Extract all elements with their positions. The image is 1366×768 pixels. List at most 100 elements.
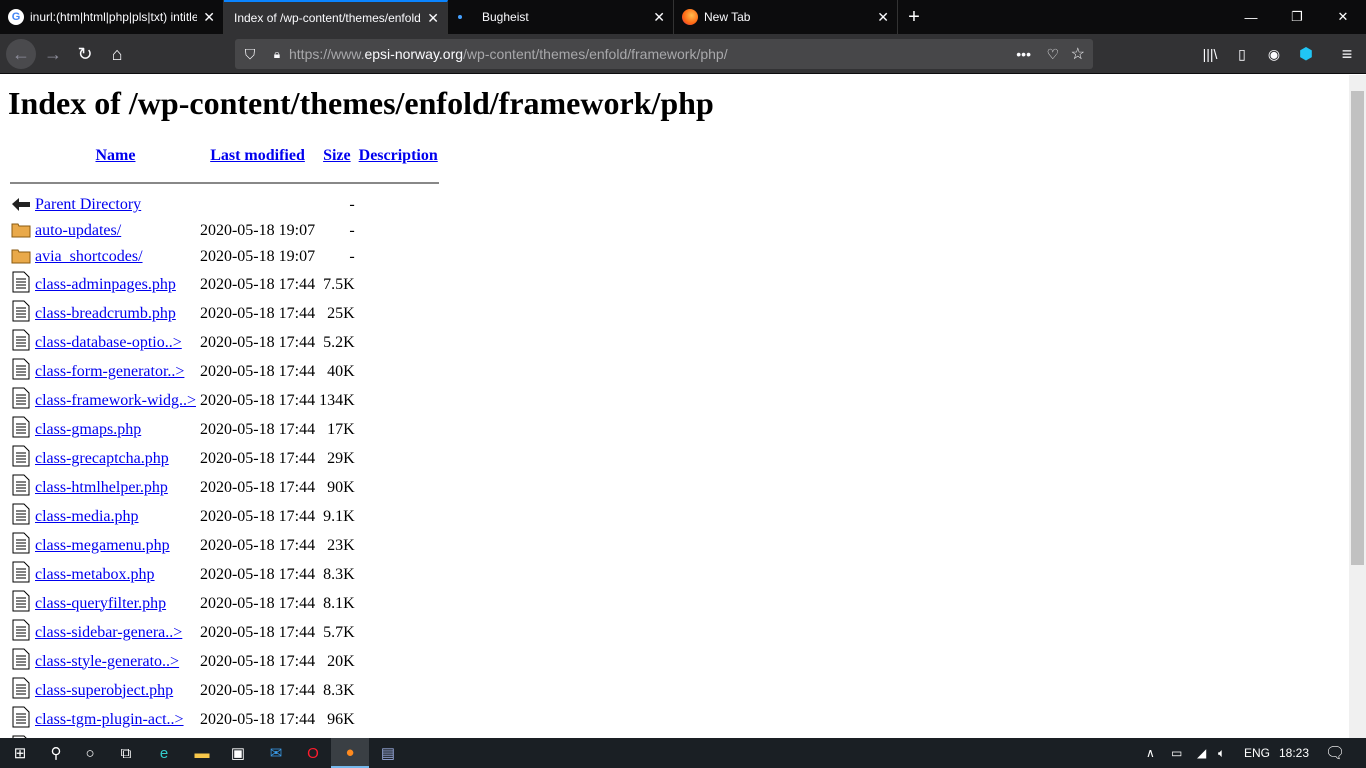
navigation-toolbar: ← → ↻ ⌂ ⛉ 🔒︎ https://www. epsi-norway.org… <box>0 34 1366 74</box>
mail-icon[interactable]: ✉ <box>257 738 295 768</box>
file-link[interactable]: class-htmlhelper.php <box>35 479 168 496</box>
battery-icon[interactable]: ▭ <box>1171 738 1182 768</box>
menu-icon[interactable]: ≡ <box>1332 39 1362 69</box>
file-link[interactable]: class-sidebar-genera..> <box>35 624 182 641</box>
file-size: 20K <box>327 652 355 670</box>
file-link[interactable]: class-gmaps.php <box>35 421 141 438</box>
close-tab-icon[interactable]: ✕ <box>203 9 215 26</box>
notepad-icon[interactable]: ▤ <box>369 738 407 768</box>
file-link[interactable]: class-tgm-plugin-act..> <box>35 711 184 728</box>
minimize-button[interactable]: — <box>1228 0 1274 34</box>
file-icon <box>10 677 32 704</box>
file-size: 90K <box>327 478 355 496</box>
new-tab-button[interactable]: + <box>898 0 930 34</box>
file-name: class-form-generator..> <box>34 358 197 385</box>
show-hidden-icons[interactable]: ∧ <box>1146 738 1155 768</box>
table-row: class-form-generator..> 2020-05-18 17:44… <box>10 358 439 385</box>
dot-icon <box>458 15 462 19</box>
file-size: 134K <box>319 391 355 409</box>
close-tab-icon[interactable]: ✕ <box>427 10 439 27</box>
file-link[interactable]: class-breadcrumb.php <box>35 305 176 322</box>
file-link[interactable]: class-framework-widg..> <box>35 392 196 409</box>
column-name[interactable]: Name <box>34 143 197 169</box>
file-link[interactable]: class-adminpages.php <box>35 276 176 293</box>
tab-bugheist[interactable]: Bugheist ✕ <box>448 0 674 34</box>
extension-icon[interactable]: ⬢ <box>1291 39 1321 69</box>
file-icon <box>10 561 32 588</box>
search-button[interactable]: ⚲ <box>37 738 75 768</box>
file-name: class-breadcrumb.php <box>34 300 197 327</box>
edge-icon[interactable]: e <box>145 738 183 768</box>
description <box>358 271 439 298</box>
table-row: auto-updates/ 2020-05-18 19:07 - <box>10 219 439 243</box>
vertical-scrollbar[interactable] <box>1349 75 1366 738</box>
description <box>358 445 439 472</box>
url-bar[interactable]: ⛉ 🔒︎ https://www. epsi-norway.org/wp-cont… <box>235 39 1093 69</box>
file-name: class-media.php <box>34 503 197 530</box>
file-name: class-superobject.php <box>34 677 197 704</box>
tab-new-tab[interactable]: New Tab ✕ <box>674 0 898 34</box>
sidebar-icon[interactable]: ▯ <box>1227 39 1257 69</box>
description <box>358 245 439 269</box>
notifications-icon[interactable]: 🗨︎ <box>1325 738 1345 768</box>
file-size: 7.5K <box>323 275 355 293</box>
volume-icon[interactable]: 🔈︎ <box>1218 738 1225 768</box>
description <box>358 358 439 385</box>
close-window-button[interactable]: ✕ <box>1320 0 1366 34</box>
file-link[interactable]: class-form-generator..> <box>35 363 184 380</box>
cortana-button[interactable]: ○ <box>71 738 109 768</box>
file-link[interactable]: class-media.php <box>35 508 139 525</box>
description <box>358 416 439 443</box>
tab-google-search[interactable]: G inurl:(htm|html|php|pls|txt) intitle ✕ <box>0 0 224 34</box>
table-row: avia_shortcodes/ 2020-05-18 19:07 - <box>10 245 439 269</box>
wifi-icon[interactable]: ◢ <box>1197 738 1206 768</box>
task-view-button[interactable]: ⧉ <box>107 738 145 768</box>
file-name: class-queryfilter.php <box>34 590 197 617</box>
scrollbar-thumb[interactable] <box>1351 91 1364 565</box>
file-link[interactable]: class-megamenu.php <box>35 537 170 554</box>
firefox-taskbar-icon[interactable]: ● <box>331 738 369 768</box>
back-icon <box>10 193 32 217</box>
file-icon <box>10 416 32 443</box>
back-button[interactable]: ← <box>6 39 36 69</box>
forward-button[interactable]: → <box>38 39 68 69</box>
table-row: class-queryfilter.php 2020-05-18 17:44 8… <box>10 590 439 617</box>
file-link[interactable]: class-database-optio..> <box>35 334 182 351</box>
column-size[interactable]: Size <box>318 143 356 169</box>
file-link[interactable]: auto-updates/ <box>35 222 121 239</box>
file-link[interactable]: class-style-generato..> <box>35 653 179 670</box>
last-modified: 2020-05-18 19:07 <box>199 248 316 265</box>
table-row: class-htmlhelper.php 2020-05-18 17:44 90… <box>10 474 439 501</box>
store-icon[interactable]: ▣ <box>219 738 257 768</box>
column-last-modified[interactable]: Last modified <box>199 143 316 169</box>
account-icon[interactable]: ◉ <box>1259 39 1289 69</box>
home-button[interactable]: ⌂ <box>102 39 132 69</box>
file-link[interactable]: class-superobject.php <box>35 682 173 699</box>
clock[interactable]: 18:23 <box>1279 738 1309 768</box>
page-actions-icon[interactable]: ••• <box>1016 46 1031 62</box>
opera-icon[interactable]: O <box>294 738 332 768</box>
file-link[interactable]: class-grecaptcha.php <box>35 450 169 467</box>
file-icon <box>10 358 32 385</box>
last-modified: 2020-05-18 19:07 <box>199 222 316 239</box>
library-icon[interactable]: |||\ <box>1195 39 1225 69</box>
file-link[interactable]: class-metabox.php <box>35 566 155 583</box>
reload-button[interactable]: ↻ <box>70 39 100 69</box>
file-link[interactable]: avia_shortcodes/ <box>35 248 143 265</box>
close-tab-icon[interactable]: ✕ <box>653 9 665 26</box>
column-description[interactable]: Description <box>358 143 439 169</box>
close-tab-icon[interactable]: ✕ <box>877 9 889 26</box>
pocket-icon[interactable]: ♡ <box>1046 46 1059 63</box>
bookmark-star-icon[interactable]: ☆ <box>1071 44 1085 64</box>
lock-icon[interactable]: 🔒︎ <box>265 47 289 62</box>
start-button[interactable]: ⊞ <box>0 738 40 768</box>
description <box>358 677 439 704</box>
page-content: Index of /wp-content/themes/enfold/frame… <box>0 75 1349 738</box>
tab-index-of[interactable]: Index of /wp-content/themes/enfold/frame… <box>224 0 448 34</box>
restore-button[interactable]: ❐ <box>1274 0 1320 34</box>
file-explorer-icon[interactable]: ▬ <box>183 738 221 768</box>
shield-icon[interactable]: ⛉ <box>235 46 265 63</box>
file-link[interactable]: Parent Directory <box>35 196 141 213</box>
file-link[interactable]: class-queryfilter.php <box>35 595 166 612</box>
language-indicator[interactable]: ENG <box>1244 738 1270 768</box>
